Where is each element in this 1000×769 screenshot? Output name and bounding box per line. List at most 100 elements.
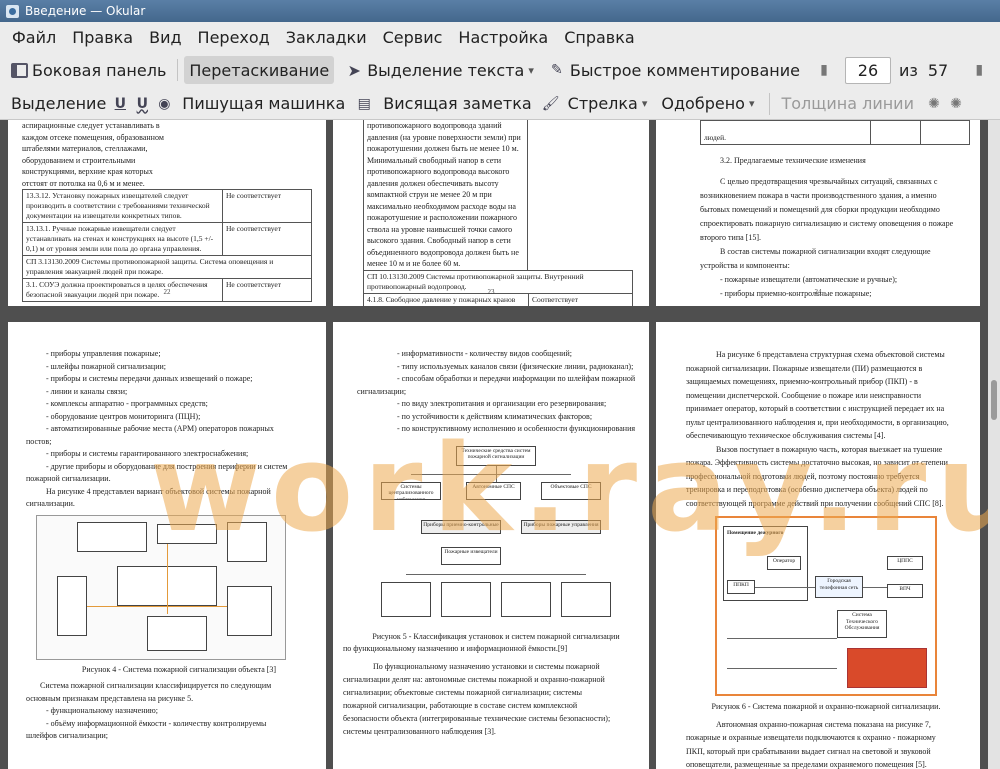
menu-go[interactable]: Переход	[190, 28, 278, 47]
diagram-box: Пожарные извещатели	[441, 546, 501, 565]
text-line: ПКП, который при срабатывании выдает сиг…	[686, 746, 931, 756]
note-icon: ▤	[357, 95, 371, 112]
title-bar: Введение — Okular	[0, 0, 1000, 22]
fire-truck-image	[847, 648, 927, 688]
text-line: - пожарные извещатели (автоматические и …	[720, 274, 898, 284]
text-line: противопожарного водопровода высокого	[367, 167, 510, 176]
text-line: - линии и каналы связи;	[46, 386, 128, 396]
menu-settings[interactable]: Настройка	[450, 28, 556, 47]
line-width-button[interactable]: Толщина линии	[776, 90, 919, 118]
diagram-block	[227, 521, 267, 562]
arrow-tool-button[interactable]: 🖌 Стрелка ▾	[537, 90, 657, 118]
diagram-block	[227, 585, 272, 636]
text-select-label: Выделение текста	[367, 60, 525, 80]
text-line: каждом отсеке помещения, образованном	[22, 132, 164, 142]
text-line: - другие приборы и оборудование для пост…	[46, 461, 288, 471]
menu-tools[interactable]: Сервис	[375, 28, 451, 47]
text-line: - типу используемых каналов связи (физич…	[397, 361, 634, 371]
chevron-down-icon[interactable]: ▾	[749, 97, 755, 110]
window-title: Введение — Okular	[25, 4, 146, 18]
menu-edit[interactable]: Правка	[64, 28, 141, 47]
pop-up-note-button[interactable]: ▤ Висящая заметка	[350, 90, 536, 118]
text-line: - приборы и системы передачи данных изве…	[46, 374, 253, 383]
color-picker-icon[interactable]: ✺	[925, 95, 943, 113]
typewriter-tool-button[interactable]: Пишущая машинка	[177, 90, 350, 118]
requirements-table: 13.3.12. Установку пожарных извещателей …	[22, 189, 312, 302]
text-line: Автономная охранно-пожарная система пока…	[716, 719, 931, 729]
drag-mode-button[interactable]: Перетаскивание	[184, 56, 335, 84]
underline-icon[interactable]: U	[111, 95, 129, 113]
ppkp-box: ППКП	[727, 580, 755, 594]
page-total-label: 57	[927, 60, 949, 80]
drag-mode-label: Перетаскивание	[189, 60, 330, 80]
document-page-24: людей. 3.2. Предлагаемые технические изм…	[656, 120, 980, 306]
menu-bar: Файл Правка Вид Переход Закладки Сервис …	[0, 22, 1000, 52]
menu-view[interactable]: Вид	[141, 28, 189, 47]
maintenance-system-box: Система Технического Обслуживания	[837, 610, 887, 638]
text-line: ствола на уровне наивысшей точки самого	[367, 224, 513, 234]
text-line: пожарной сигнализации, работающие в сост…	[343, 700, 578, 710]
highlight-tool-button[interactable]: Выделение	[6, 90, 111, 118]
stamp-icon[interactable]: ◉	[155, 95, 173, 113]
main-toolbar: Боковая панель Перетаскивание ➤ Выделени…	[0, 52, 1000, 88]
squiggle-underline-icon[interactable]: U	[133, 95, 151, 113]
page-number-input[interactable]: 26	[844, 56, 891, 84]
text-line: На рисунке 4 представлен вариант объекто…	[46, 486, 271, 496]
chevron-down-icon[interactable]: ▾	[642, 97, 648, 110]
text-line: пожаротушение и расположении пожарного	[367, 213, 517, 222]
text-line: сигнализации делят на: автономные систем…	[343, 674, 605, 684]
operator-box: Оператор	[767, 556, 801, 570]
brush-icon: 🖌	[541, 95, 560, 112]
menu-file[interactable]: Файл	[4, 28, 64, 47]
text-line: второго типа [15].	[700, 232, 761, 242]
table-row: 13.13.1. Ручные пожарные извещатели след…	[22, 222, 312, 256]
scrollbar-thumb[interactable]	[991, 380, 997, 420]
stamp-approved-button[interactable]: Одобрено ▾	[656, 90, 763, 118]
previous-page-icon[interactable]: ▮	[815, 61, 833, 79]
diagram-connector	[727, 668, 837, 669]
table-cell	[919, 120, 970, 145]
menu-help[interactable]: Справка	[556, 28, 643, 47]
next-page-icon[interactable]: ▮	[970, 61, 988, 79]
opacity-icon[interactable]: ✺	[947, 95, 965, 113]
quick-annotation-label: Быстрое комментирование	[569, 60, 800, 80]
text-line: оповещатели, размещенные за пределами ох…	[686, 760, 927, 769]
menu-bookmarks[interactable]: Закладки	[278, 28, 375, 47]
diagram-connector	[167, 543, 168, 614]
chevron-down-icon[interactable]: ▾	[528, 64, 534, 77]
page-number: 23	[487, 287, 495, 296]
figure-caption: Рисунок 4 - Система пожарной сигнализаци…	[81, 664, 277, 674]
document-page-23: противопожарного водопровода зданий давл…	[333, 120, 649, 306]
text-select-button[interactable]: ➤ Выделение текста ▾	[340, 56, 543, 84]
text-line: возникновением пожара в части производст…	[700, 190, 937, 200]
fire-alarm-structure-diagram: Помещение дежурного Оператор ППКП Городс…	[715, 516, 937, 696]
diagram-block	[561, 581, 611, 617]
table-row: людей.	[700, 120, 970, 145]
cpps-box: ЦППС	[887, 556, 923, 570]
diagram-connector	[755, 587, 815, 588]
cursor-icon: ➤	[347, 60, 361, 80]
vertical-scrollbar[interactable]	[988, 120, 1000, 769]
text-line: сигнализации; объектовые системы пожарно…	[343, 687, 583, 697]
text-line: отстоят от потолка на 0,6 м и менее.	[22, 178, 145, 188]
document-viewport[interactable]: аспирационные следует устанавливать в ка…	[0, 120, 988, 769]
text-line: пульт централизованного наблюдения и, пр…	[686, 417, 949, 427]
text-line: постов;	[26, 436, 52, 446]
toolbar-separator	[769, 92, 771, 115]
text-line: - оборудование центров мониторинга (ПЦН)…	[46, 411, 201, 421]
text-line: - по виду электропитания и организации е…	[397, 399, 607, 408]
city-network-box: Городская телефонная сеть	[815, 576, 863, 598]
text-line: противопожарного водопровода зданий	[367, 121, 502, 130]
table-cell	[870, 120, 921, 145]
text-line: давления (на уровне поверхности земли) п…	[367, 132, 521, 142]
text-line: менее 10 м и не более 60 м.	[367, 259, 461, 268]
page-23-text-cell: противопожарного водопровода зданий давл…	[363, 120, 528, 270]
sidebar-toggle-button[interactable]: Боковая панель	[6, 56, 171, 84]
text-line: высокого здания. Свободный напор в сети	[367, 236, 511, 245]
quick-annotation-button[interactable]: ✎ Быстрое комментирование	[543, 56, 805, 84]
text-line: Вызов поступает в пожарную часть, котора…	[716, 444, 943, 454]
text-line: системы централизованного наблюдения [3]…	[343, 726, 496, 736]
diagram-connector	[87, 605, 227, 607]
text-line: На рисунке 6 представлена структурная сх…	[716, 350, 945, 359]
table-cell: Не соответствует	[222, 222, 312, 256]
